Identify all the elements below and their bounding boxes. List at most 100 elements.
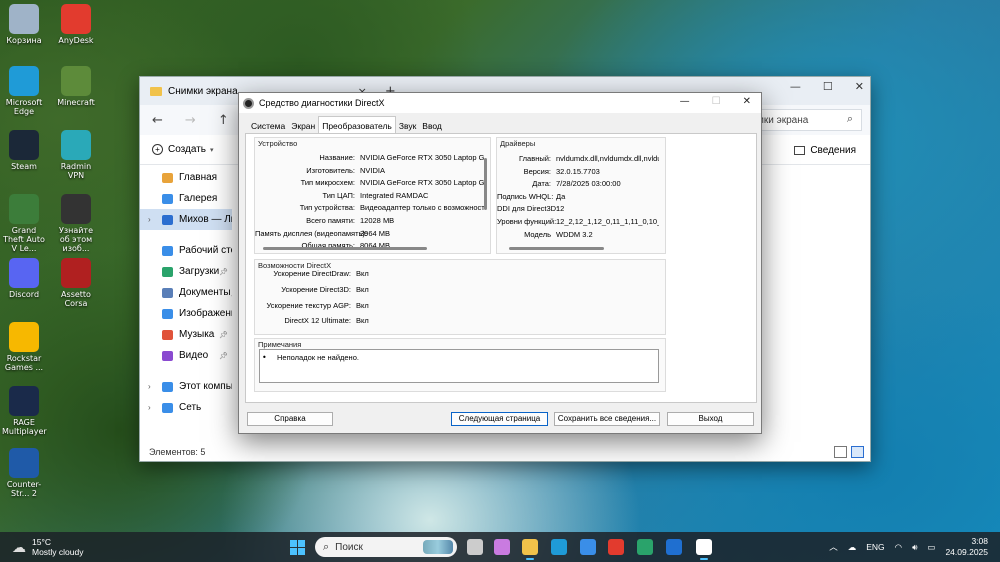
exit-button[interactable]: Выход — [667, 412, 754, 426]
desktop-icon[interactable]: Steam — [2, 130, 46, 171]
chevron-right-icon[interactable]: › — [148, 215, 151, 224]
camera-icon — [61, 194, 91, 224]
dxdiag-tabs: Система Экран Преобразователь Звук Ввод — [248, 116, 445, 133]
notes-textbox[interactable]: • Неполадок не найдено. — [259, 349, 659, 383]
desktop-icon[interactable]: RAGE Multiplayer — [2, 386, 47, 436]
clock[interactable]: 3:08 24.09.2025 — [945, 536, 988, 558]
property-value: Integrated RAMDAC — [360, 190, 429, 200]
chevron-right-icon[interactable]: › — [148, 403, 151, 412]
explorer-tab-title[interactable]: Снимки экрана — [168, 86, 238, 97]
store-icon[interactable] — [580, 539, 596, 555]
volume-icon[interactable]: 🔊︎ — [912, 542, 917, 553]
sidebar-item-label: Загрузки — [179, 266, 220, 277]
onedrive-cloud-icon[interactable]: ☁ — [848, 542, 857, 553]
create-button[interactable]: Создать — [168, 144, 206, 155]
weather-widget[interactable]: ☁ 15°C Mostly cloudy — [12, 537, 84, 557]
sidebar-item[interactable]: Изображени📌︎ — [140, 303, 232, 324]
desktop-icon[interactable]: Assetto Corsa — [54, 258, 98, 308]
property-row: Всего памяти: 12028 MB — [255, 216, 484, 225]
property-row: Память дисплея (видеопамять):3964 MB — [255, 229, 484, 238]
copilot-icon[interactable] — [494, 539, 510, 555]
up-arrow-icon[interactable]: ↑ — [218, 113, 229, 128]
wifi-icon[interactable]: ◠ — [895, 542, 902, 553]
notes-group-title: Примечания — [258, 340, 302, 349]
details-label: Сведения — [810, 145, 856, 156]
tab-0[interactable]: Система — [248, 118, 288, 133]
desktop-icon[interactable]: Minecraft — [54, 66, 98, 107]
notes-text: Неполадок не найдено. — [277, 353, 359, 362]
device-scrollbar-vertical[interactable] — [484, 158, 487, 210]
sidebar-item[interactable]: Рабочий сто📌︎ — [140, 240, 232, 261]
tiles-view-icon[interactable] — [851, 446, 864, 458]
taskbar-search[interactable]: ⌕ Поиск — [315, 537, 457, 557]
desktop-icon[interactable]: Microsoft Edge — [2, 66, 46, 116]
tab-4[interactable]: Ввод — [419, 118, 445, 133]
sidebar-item[interactable]: › Этот компьюте — [140, 376, 232, 397]
desktop-icon[interactable]: Узнайте об этом изоб... — [54, 194, 98, 253]
anydesk-icon[interactable] — [608, 539, 624, 555]
edge-icon[interactable] — [551, 539, 567, 555]
sidebar-item[interactable]: › Михов — Личн — [140, 209, 232, 230]
property-value: NVIDIA — [360, 165, 386, 175]
recycle-bin-icon — [9, 4, 39, 34]
property-key: Главный: — [519, 154, 551, 163]
property-key: Изготовитель: — [306, 165, 355, 175]
minimize-icon[interactable]: — — [680, 96, 690, 107]
desktop-icon-label: Minecraft — [57, 98, 95, 107]
device-scrollbar-horizontal[interactable] — [263, 247, 427, 250]
help-button[interactable]: Справка — [247, 412, 333, 426]
property-value: 3964 MB — [360, 228, 391, 238]
back-arrow-icon[interactable]: ← — [152, 113, 163, 128]
maximize-icon[interactable]: ☐ — [823, 80, 833, 93]
chevron-down-icon: ▾ — [210, 146, 214, 154]
desktop-icon[interactable]: Grand Theft Auto V Le... — [2, 194, 46, 253]
outlook-icon[interactable] — [666, 539, 682, 555]
desktop-icon[interactable]: Counter-Str... 2 — [2, 448, 46, 498]
desktop-icon-label: Grand Theft Auto V Le... — [3, 226, 45, 253]
forward-arrow-icon[interactable]: → — [185, 113, 196, 128]
language-indicator[interactable]: ENG — [866, 542, 884, 552]
property-key: Ускорение текстур AGP: — [266, 300, 351, 310]
property-value: Вкл — [356, 300, 369, 310]
property-row: Ускорение DirectDraw: Вкл — [255, 269, 368, 278]
minimize-icon[interactable]: — — [790, 80, 801, 93]
close-icon[interactable]: ✕ — [855, 80, 864, 93]
property-key: Уровни функций: — [497, 217, 557, 226]
sidebar-item[interactable]: Главная — [140, 167, 232, 188]
close-icon[interactable]: ✕ — [743, 96, 751, 107]
drivers-scrollbar-horizontal[interactable] — [509, 247, 604, 250]
details-view-icon[interactable] — [834, 446, 847, 458]
file-explorer-icon[interactable] — [522, 539, 538, 560]
dxdiag-icon[interactable] — [696, 539, 712, 560]
details-button[interactable]: Сведения — [794, 145, 856, 156]
desktop-icon — [162, 245, 173, 256]
discord-icon — [9, 258, 39, 288]
tab-3[interactable]: Звук — [396, 118, 419, 133]
property-key: Модель — [524, 229, 551, 239]
sidebar-item[interactable]: Загрузки 📌︎ — [140, 261, 232, 282]
desktop-icon[interactable]: Discord — [2, 258, 46, 299]
sidebar-item[interactable]: Музыка 📌︎ — [140, 324, 232, 345]
desktop-icon[interactable]: AnyDesk — [54, 4, 98, 45]
sidebar-item[interactable]: Документы📌︎ — [140, 282, 232, 303]
desktop-icon[interactable]: Корзина — [2, 4, 46, 45]
explorer-search-input[interactable]: мки экрана ⌕ — [750, 109, 862, 131]
desktop-icon[interactable]: Radmin VPN — [54, 130, 98, 180]
sidebar-item[interactable]: Галерея — [140, 188, 232, 209]
show-hidden-icons-icon[interactable]: ︿ — [829, 541, 838, 553]
documents-icon — [162, 287, 173, 298]
chevron-right-icon[interactable]: › — [148, 382, 151, 391]
tab-2[interactable]: Преобразователь — [318, 116, 396, 133]
tab-1[interactable]: Экран — [288, 118, 318, 133]
desktop-icon[interactable]: Rockstar Games ... — [2, 322, 46, 372]
save-all-info-button[interactable]: Сохранить все сведения... — [554, 412, 660, 426]
property-value: Вкл — [356, 284, 369, 294]
task-view-icon[interactable] — [467, 539, 483, 555]
sidebar-item-label: Видео — [179, 350, 209, 361]
next-page-button[interactable]: Следующая страница — [451, 412, 548, 426]
chrome-icon[interactable] — [637, 539, 653, 555]
sidebar-item[interactable]: › Сеть — [140, 397, 232, 418]
sidebar-item[interactable]: Видео 📌︎ — [140, 345, 232, 366]
start-button[interactable] — [290, 540, 305, 555]
battery-icon[interactable]: ▭ — [927, 542, 935, 553]
